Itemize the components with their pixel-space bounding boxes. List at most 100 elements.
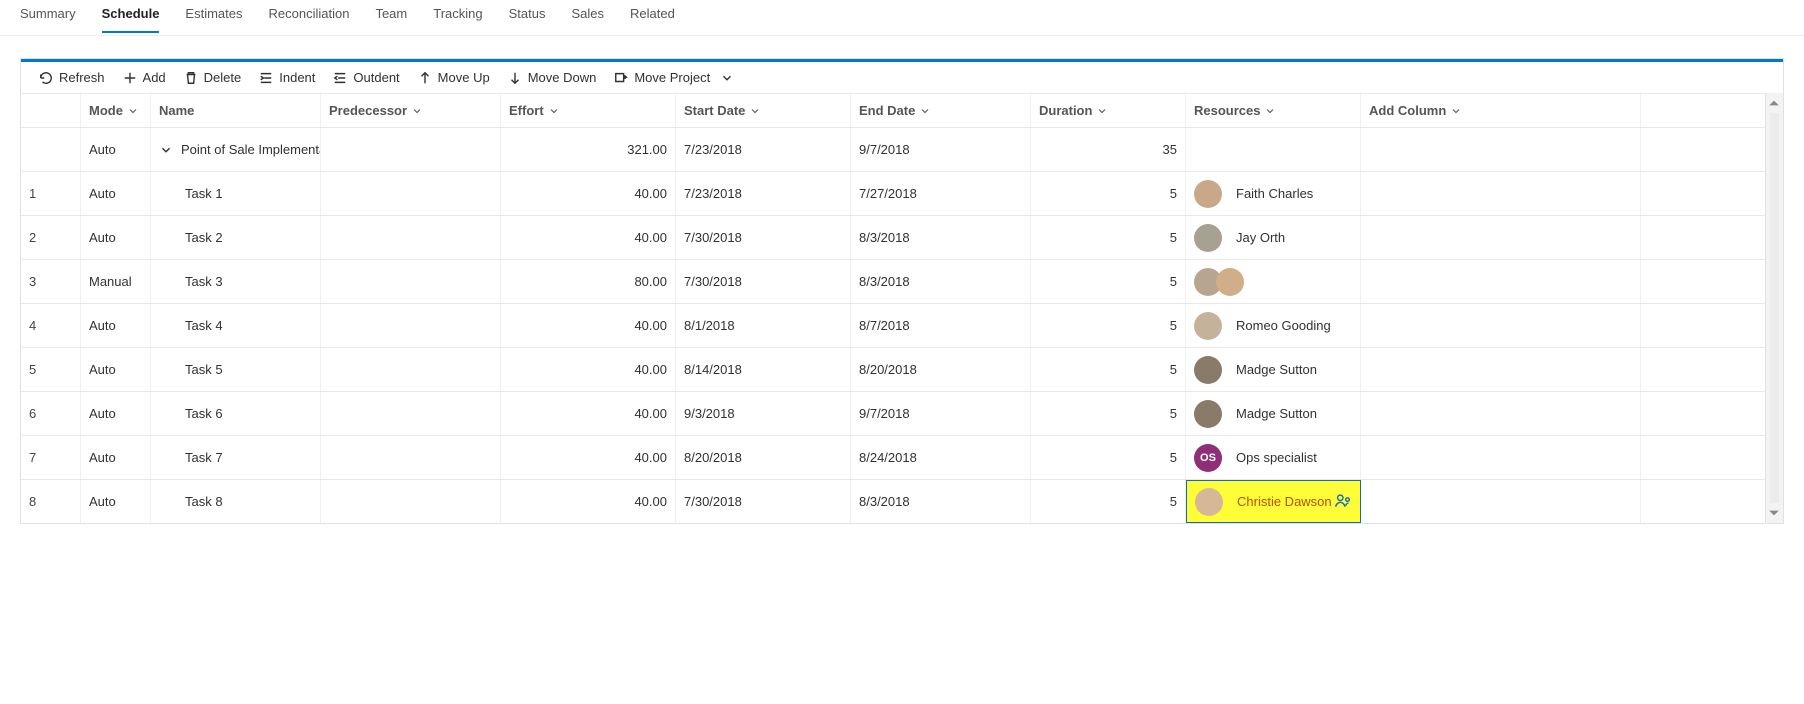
tab-team[interactable]: Team [375, 6, 407, 31]
table-row[interactable]: 1AutoTask 140.007/23/20187/27/20185Faith… [21, 171, 1765, 215]
cell-resources[interactable]: Madge Sutton [1186, 392, 1361, 435]
cell-resources[interactable] [1186, 128, 1361, 171]
cell-effort[interactable]: 40.00 [501, 436, 676, 479]
cell-predecessor[interactable] [321, 436, 501, 479]
delete-button[interactable]: Delete [184, 70, 242, 85]
cell-mode[interactable]: Auto [81, 216, 151, 259]
cell-name[interactable]: Task 4 [151, 304, 321, 347]
cell-extra[interactable] [1361, 304, 1641, 347]
cell-effort[interactable]: 321.00 [501, 128, 676, 171]
cell-mode[interactable]: Auto [81, 436, 151, 479]
table-row[interactable]: 4AutoTask 440.008/1/20188/7/20185Romeo G… [21, 303, 1765, 347]
cell-predecessor[interactable] [321, 348, 501, 391]
cell-predecessor[interactable] [321, 260, 501, 303]
vertical-scrollbar[interactable] [1765, 93, 1783, 523]
cell-end[interactable]: 9/7/2018 [851, 128, 1031, 171]
cell-start[interactable]: 8/14/2018 [676, 348, 851, 391]
tab-sales[interactable]: Sales [571, 6, 604, 31]
cell-end[interactable]: 8/24/2018 [851, 436, 1031, 479]
cell-duration[interactable]: 5 [1031, 480, 1186, 523]
cell-extra[interactable] [1361, 216, 1641, 259]
refresh-button[interactable]: Refresh [39, 70, 105, 85]
cell-effort[interactable]: 80.00 [501, 260, 676, 303]
cell-duration[interactable]: 35 [1031, 128, 1186, 171]
col-addcolumn[interactable]: Add Column [1361, 94, 1641, 127]
table-row[interactable]: 5AutoTask 540.008/14/20188/20/20185Madge… [21, 347, 1765, 391]
chevron-down-icon[interactable] [159, 143, 173, 157]
cell-extra[interactable] [1361, 260, 1641, 303]
cell-effort[interactable]: 40.00 [501, 216, 676, 259]
cell-predecessor[interactable] [321, 128, 501, 171]
col-mode[interactable]: Mode [81, 94, 151, 127]
col-duration[interactable]: Duration [1031, 94, 1186, 127]
cell-end[interactable]: 8/3/2018 [851, 480, 1031, 523]
cell-predecessor[interactable] [321, 216, 501, 259]
cell-extra[interactable] [1361, 172, 1641, 215]
cell-mode[interactable]: Auto [81, 348, 151, 391]
cell-effort[interactable]: 40.00 [501, 392, 676, 435]
tab-schedule[interactable]: Schedule [102, 6, 160, 33]
cell-resources[interactable]: Jay Orth [1186, 216, 1361, 259]
cell-effort[interactable]: 40.00 [501, 172, 676, 215]
cell-name[interactable]: Task 8 [151, 480, 321, 523]
cell-name[interactable]: Task 7 [151, 436, 321, 479]
cell-predecessor[interactable] [321, 392, 501, 435]
add-button[interactable]: Add [123, 70, 166, 85]
cell-start[interactable]: 8/20/2018 [676, 436, 851, 479]
table-row[interactable]: 3ManualTask 380.007/30/20188/3/20185 [21, 259, 1765, 303]
tab-reconciliation[interactable]: Reconciliation [269, 6, 350, 31]
cell-extra[interactable] [1361, 436, 1641, 479]
cell-mode[interactable]: Auto [81, 480, 151, 523]
cell-resources[interactable]: Faith Charles [1186, 172, 1361, 215]
cell-effort[interactable]: 40.00 [501, 304, 676, 347]
cell-duration[interactable]: 5 [1031, 216, 1186, 259]
cell-resources[interactable]: OSOps specialist [1186, 436, 1361, 479]
cell-mode[interactable]: Auto [81, 128, 151, 171]
cell-resources[interactable] [1186, 260, 1361, 303]
cell-name[interactable]: Point of Sale Implementat [151, 128, 321, 171]
project-row[interactable]: Auto Point of Sale Implementat 321.00 7/… [21, 127, 1765, 171]
cell-start[interactable]: 7/30/2018 [676, 260, 851, 303]
cell-predecessor[interactable] [321, 304, 501, 347]
cell-name[interactable]: Task 6 [151, 392, 321, 435]
movedown-button[interactable]: Move Down [508, 70, 597, 85]
cell-start[interactable]: 7/23/2018 [676, 172, 851, 215]
table-row[interactable]: 8AutoTask 840.007/30/20188/3/20185Christ… [21, 479, 1765, 523]
cell-start[interactable]: 7/23/2018 [676, 128, 851, 171]
scroll-track[interactable] [1770, 113, 1779, 503]
indent-button[interactable]: Indent [259, 70, 315, 85]
cell-name[interactable]: Task 2 [151, 216, 321, 259]
cell-resources[interactable]: Romeo Gooding [1186, 304, 1361, 347]
cell-name[interactable]: Task 5 [151, 348, 321, 391]
moveproject-button[interactable]: Move Project [614, 70, 734, 85]
cell-mode[interactable]: Auto [81, 392, 151, 435]
cell-duration[interactable]: 5 [1031, 436, 1186, 479]
col-effort[interactable]: Effort [501, 94, 676, 127]
cell-start[interactable]: 9/3/2018 [676, 392, 851, 435]
cell-effort[interactable]: 40.00 [501, 348, 676, 391]
cell-start[interactable]: 7/30/2018 [676, 216, 851, 259]
cell-duration[interactable]: 5 [1031, 348, 1186, 391]
cell-resources[interactable]: Christie Dawson [1186, 480, 1361, 523]
people-picker-button[interactable] [1334, 491, 1352, 512]
cell-duration[interactable]: 5 [1031, 172, 1186, 215]
tab-estimates[interactable]: Estimates [185, 6, 242, 31]
cell-extra[interactable] [1361, 480, 1641, 523]
cell-extra[interactable] [1361, 392, 1641, 435]
col-resources[interactable]: Resources [1186, 94, 1361, 127]
cell-mode[interactable]: Auto [81, 304, 151, 347]
tab-status[interactable]: Status [509, 6, 546, 31]
cell-duration[interactable]: 5 [1031, 260, 1186, 303]
cell-end[interactable]: 8/20/2018 [851, 348, 1031, 391]
tab-summary[interactable]: Summary [20, 6, 76, 31]
cell-end[interactable]: 7/27/2018 [851, 172, 1031, 215]
outdent-button[interactable]: Outdent [333, 70, 399, 85]
tab-related[interactable]: Related [630, 6, 675, 31]
cell-extra[interactable] [1361, 348, 1641, 391]
cell-effort[interactable]: 40.00 [501, 480, 676, 523]
table-row[interactable]: 7AutoTask 740.008/20/20188/24/20185OSOps… [21, 435, 1765, 479]
tab-tracking[interactable]: Tracking [433, 6, 482, 31]
table-row[interactable]: 2AutoTask 240.007/30/20188/3/20185Jay Or… [21, 215, 1765, 259]
cell-extra[interactable] [1361, 128, 1641, 171]
cell-predecessor[interactable] [321, 172, 501, 215]
